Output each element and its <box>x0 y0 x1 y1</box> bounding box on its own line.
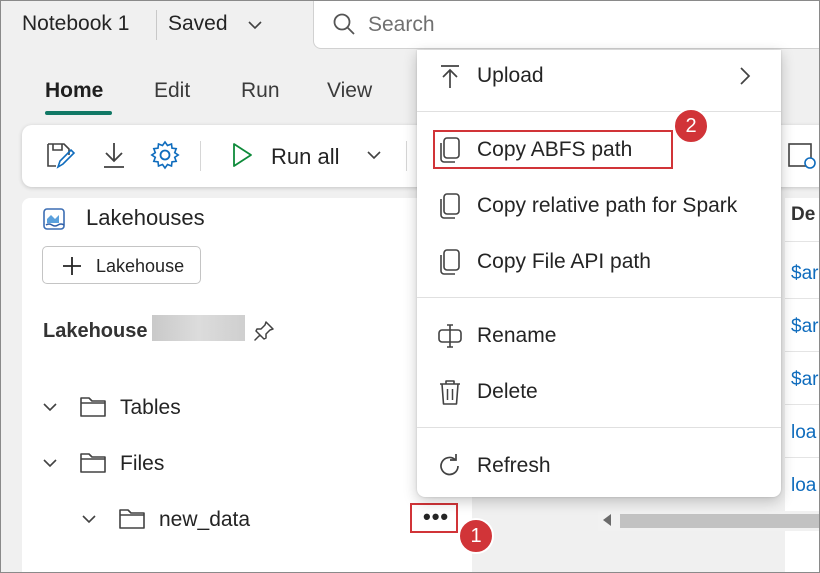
active-tab-indicator <box>45 111 112 115</box>
table-cell[interactable]: loa <box>791 422 816 444</box>
menu-divider <box>417 111 781 112</box>
save-status[interactable]: Saved <box>168 12 228 36</box>
highlight-box <box>433 130 673 169</box>
table-cell[interactable]: loa <box>791 475 816 497</box>
tab-run[interactable]: Run <box>241 79 280 103</box>
top-bar: Notebook 1 Saved Search <box>0 0 820 50</box>
menu-item-label: Copy File API path <box>477 250 651 273</box>
chevron-down-icon[interactable] <box>42 399 58 415</box>
chevron-down-icon[interactable] <box>247 17 263 33</box>
save-edit-icon[interactable] <box>44 139 76 171</box>
table-cell[interactable]: $ar <box>791 316 818 338</box>
context-menu: Upload Copy ABFS path Copy relative path… <box>417 50 781 497</box>
row-divider <box>785 298 820 299</box>
menu-divider <box>417 297 781 298</box>
menu-item-label: Rename <box>477 324 557 347</box>
menu-item-copy-relative-path[interactable]: Copy relative path for Spark <box>417 180 781 232</box>
row-divider <box>785 457 820 458</box>
tab-home[interactable]: Home <box>45 79 103 103</box>
tab-edit[interactable]: Edit <box>154 79 190 103</box>
menu-item-label: Refresh <box>477 454 551 477</box>
pin-icon[interactable] <box>252 319 276 343</box>
lakehouse-icon <box>43 208 65 230</box>
copy-icon <box>440 249 460 275</box>
menu-item-label: Upload <box>477 64 544 87</box>
menu-item-label: Copy relative path for Spark <box>477 194 738 217</box>
menu-item-copy-file-api-path[interactable]: Copy File API path <box>417 236 781 288</box>
toolbar-divider <box>200 141 201 171</box>
plus-icon <box>63 257 81 275</box>
chevron-down-icon[interactable] <box>81 511 97 527</box>
table-cell[interactable]: $ar <box>791 369 818 391</box>
settings-page-icon[interactable] <box>786 139 818 171</box>
toolbar-divider <box>406 141 407 171</box>
chevron-down-icon[interactable] <box>42 455 58 471</box>
table-cell[interactable]: $ar <box>791 263 818 285</box>
step-callout-2: 2 <box>673 108 709 144</box>
tree-item-tables[interactable]: Tables <box>120 396 181 420</box>
menu-divider <box>417 427 781 428</box>
title-divider <box>156 10 157 40</box>
table-header-cell: De <box>791 204 816 225</box>
menu-item-rename[interactable]: Rename <box>417 310 781 362</box>
notebook-title[interactable]: Notebook 1 <box>22 12 129 36</box>
run-all-button[interactable]: Run all <box>271 144 339 170</box>
rename-icon <box>438 324 462 348</box>
horizontal-scrollbar[interactable] <box>598 511 820 531</box>
more-options-button[interactable]: ••• <box>410 503 458 533</box>
tree-item-files[interactable]: Files <box>120 452 164 476</box>
lakehouse-name[interactable]: Lakehouse <box>43 320 147 343</box>
step-callout-1: 1 <box>458 518 494 554</box>
tree-item-new-data[interactable]: new_data <box>159 508 250 532</box>
chevron-down-icon[interactable] <box>366 147 382 163</box>
search-box[interactable]: Search <box>313 0 820 49</box>
arrow-up-icon <box>441 65 459 88</box>
redacted-name <box>152 315 245 341</box>
trash-icon <box>440 380 460 405</box>
search-placeholder: Search <box>368 13 435 36</box>
play-icon[interactable] <box>225 139 257 171</box>
search-icon <box>333 13 355 35</box>
chevron-right-icon <box>740 67 751 85</box>
scrollbar-thumb[interactable] <box>620 514 820 528</box>
add-lakehouse-label: Lakehouse <box>96 256 185 276</box>
refresh-icon <box>440 454 459 476</box>
row-divider <box>785 404 820 405</box>
menu-item-label: Delete <box>477 380 538 403</box>
gear-icon[interactable] <box>149 139 181 171</box>
folder-icon <box>80 453 106 473</box>
tab-view[interactable]: View <box>327 79 372 103</box>
menu-item-upload[interactable]: Upload <box>417 50 781 102</box>
scroll-left-icon[interactable] <box>603 514 611 526</box>
menu-item-refresh[interactable]: Refresh <box>417 440 781 492</box>
add-lakehouse-button[interactable]: Lakehouse <box>42 246 201 284</box>
download-icon[interactable] <box>98 139 130 171</box>
row-divider <box>785 241 820 242</box>
copy-icon <box>440 193 460 219</box>
menu-item-delete[interactable]: Delete <box>417 366 781 418</box>
lakehouse-explorer: Lakehouses Lakehouse Lakehouse Tables Fi… <box>22 198 472 573</box>
more-options-label: ••• <box>423 504 450 529</box>
folder-icon <box>80 397 106 417</box>
explorer-title: Lakehouses <box>86 205 205 230</box>
folder-icon <box>119 509 145 529</box>
row-divider <box>785 351 820 352</box>
